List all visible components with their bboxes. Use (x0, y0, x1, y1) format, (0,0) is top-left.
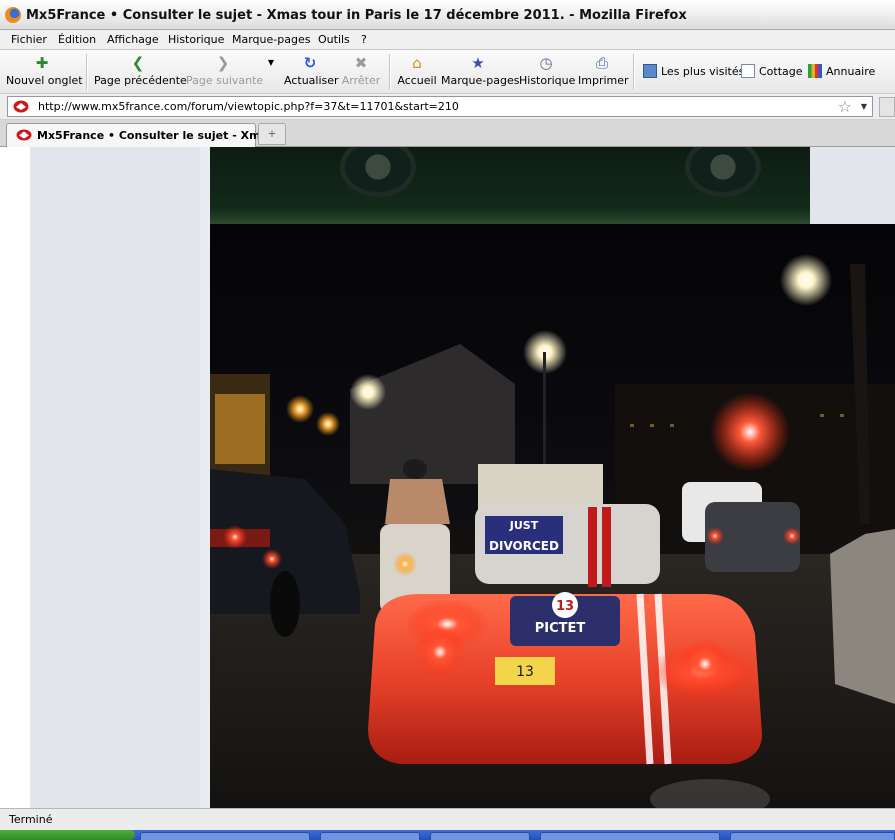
bookmarks-button[interactable]: ★ Marque-pages (441, 54, 519, 90)
back-button[interactable]: ❮ Page précédente (94, 54, 187, 90)
site-favicon-icon (13, 100, 29, 113)
page-content: JUST DIVORCED 13 PICTET 13 (0, 147, 895, 808)
forum-photo: JUST DIVORCED 13 PICTET 13 (210, 224, 895, 808)
tab-favicon-icon (16, 129, 32, 141)
badge-number: 13 (556, 599, 574, 614)
page-icon (741, 64, 755, 78)
status-text: Terminé (9, 813, 53, 826)
taskbar-button[interactable] (430, 832, 530, 840)
history-button[interactable]: ◷ Historique (519, 54, 575, 90)
firefox-logo-icon (5, 7, 21, 23)
post-background (810, 147, 895, 224)
forum-sidebar (30, 147, 200, 808)
tab-active[interactable]: Mx5France • Consulter le sujet - Xm... (6, 123, 273, 147)
car-wheel (685, 147, 761, 197)
most-visited-icon (643, 64, 657, 78)
clock-icon: ◷ (539, 54, 553, 72)
new-tab-icon: ✚ (35, 54, 49, 72)
navigation-toolbar: ✚ Nouvel onglet ❮ Page précédente ❯ Page… (0, 50, 895, 94)
reload-icon: ↻ (303, 54, 317, 72)
menu-marque-pages[interactable]: Marque-pages (232, 33, 310, 46)
start-button[interactable] (0, 830, 135, 840)
search-engine-icon[interactable] (879, 97, 895, 117)
stop-button[interactable]: ✖ Arrêter (341, 54, 381, 90)
directory-icon (808, 64, 822, 78)
forward-arrow-icon: ❯ (216, 54, 230, 72)
page-left-margin (4, 147, 31, 808)
sign-text-divorced: DIVORCED (489, 539, 559, 553)
history-dropdown-button[interactable]: ▼ (265, 54, 277, 90)
menu-outils[interactable]: Outils (318, 33, 350, 46)
bookmark-star-icon[interactable]: ☆ (838, 97, 852, 116)
menu-help[interactable]: ? (361, 33, 367, 46)
license-plate: 13 (516, 664, 534, 680)
bookmark-cottage[interactable]: Cottage (741, 64, 803, 78)
sign-text-just: JUST (509, 519, 539, 532)
menu-bar: Fichier Édition Affichage Historique Mar… (0, 30, 895, 50)
url-text[interactable]: http://www.mx5france.com/forum/viewtopic… (38, 100, 459, 113)
previous-photo-fragment (210, 147, 810, 224)
printer-icon: ⎙ (595, 54, 608, 72)
stop-x-icon: ✖ (354, 54, 368, 72)
new-tab-button[interactable]: ✚ Nouvel onglet (6, 54, 83, 90)
menu-fichier[interactable]: Fichier (11, 33, 47, 46)
taskbar-button[interactable] (540, 832, 720, 840)
post-gutter (200, 147, 210, 808)
badge-brand: PICTET (535, 621, 586, 636)
menu-affichage[interactable]: Affichage (107, 33, 159, 46)
chevron-down-icon: ▼ (267, 58, 275, 67)
toolbar-separator (633, 54, 635, 90)
forward-button[interactable]: ❯ Page suivante (186, 54, 263, 90)
menu-edition[interactable]: Édition (58, 33, 96, 46)
status-bar: Terminé (0, 808, 895, 830)
print-button[interactable]: ⎙ Imprimer (578, 54, 629, 90)
bookmarks-star-icon: ★ (471, 54, 485, 72)
address-bar-row: http://www.mx5france.com/forum/viewtopic… (0, 94, 895, 120)
toolbar-separator (389, 54, 391, 90)
address-bar[interactable]: http://www.mx5france.com/forum/viewtopic… (7, 96, 873, 117)
home-button[interactable]: ⌂ Accueil (397, 54, 437, 90)
back-arrow-icon: ❮ (131, 54, 145, 72)
home-icon: ⌂ (412, 54, 422, 72)
bookmark-annuaire[interactable]: Annuaire (808, 64, 875, 78)
car-wheel (340, 147, 416, 197)
taskbar-button[interactable] (320, 832, 420, 840)
toolbar-separator (86, 54, 88, 90)
new-tab-plus-button[interactable]: + (258, 123, 286, 145)
url-dropdown-icon[interactable]: ▼ (861, 102, 867, 111)
tab-bar: Mx5France • Consulter le sujet - Xm... + (0, 120, 895, 147)
taskbar-button[interactable] (140, 832, 310, 840)
reload-button[interactable]: ↻ Actualiser (284, 54, 339, 90)
taskbar-button[interactable] (730, 832, 895, 840)
bookmark-most-visited[interactable]: Les plus visités (643, 64, 744, 78)
plus-icon: + (267, 127, 277, 140)
tab-title: Mx5France • Consulter le sujet - Xm... (37, 129, 274, 142)
os-taskbar (0, 830, 895, 840)
window-title: Mx5France • Consulter le sujet - Xmas to… (26, 8, 687, 23)
window-titlebar: Mx5France • Consulter le sujet - Xmas to… (0, 0, 895, 30)
menu-historique[interactable]: Historique (168, 33, 224, 46)
